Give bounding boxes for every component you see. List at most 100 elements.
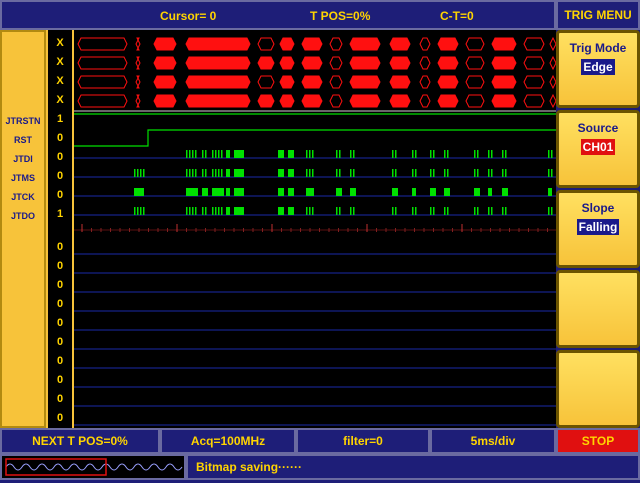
jtms-signal-pulse	[336, 169, 338, 177]
jtms-signal-pulse	[221, 169, 223, 177]
jtdi-signal-burst	[234, 150, 244, 158]
unused-channel-level-5: 0	[56, 336, 64, 348]
bus-segment-2	[329, 75, 343, 89]
jtdi-signal-pulse	[474, 150, 476, 158]
channel-level-8: 0	[56, 189, 64, 201]
timebase-button[interactable]: 5ms/div	[430, 428, 556, 454]
jtdo-signal-pulse	[143, 207, 145, 215]
jtdo-signal-pulse	[137, 207, 139, 215]
jtms-signal-burst	[278, 169, 284, 177]
waveform-display[interactable]	[74, 30, 556, 428]
unused-channel-level-6: 0	[56, 355, 64, 367]
jtdo-signal-pulse	[444, 207, 446, 215]
jtdo-signal-pulse	[336, 207, 338, 215]
jtdi-signal-pulse	[339, 150, 341, 158]
bus-segment-0	[465, 37, 485, 51]
jtdi-signal-pulse	[186, 150, 188, 158]
channel-level-2: X	[56, 75, 64, 87]
jtdi-signal-pulse	[350, 150, 352, 158]
bus-segment-2	[279, 75, 295, 89]
channel-level-7: 0	[56, 170, 64, 182]
jtck-signal-burst	[444, 188, 450, 196]
stop-button[interactable]: STOP	[556, 428, 640, 454]
memory-window-marker	[5, 458, 107, 476]
unused-channel-level-2: 0	[56, 279, 64, 291]
jtms-signal-pulse	[444, 169, 446, 177]
bus-segment-2	[419, 75, 431, 89]
jtck-signal-burst	[412, 188, 416, 196]
bus-segment-0	[419, 37, 431, 51]
bus-segment-0	[257, 37, 275, 51]
jtdi-signal-burst	[278, 150, 284, 158]
jtdi-signal-pulse	[415, 150, 417, 158]
jtdi-signal-pulse	[477, 150, 479, 158]
jtdo-signal-pulse	[551, 207, 553, 215]
jtdo-signal-pulse	[218, 207, 220, 215]
bus-segment-0	[437, 37, 459, 51]
next-tpos-button[interactable]: NEXT T POS=0%	[0, 428, 160, 454]
jtdo-signal-pulse	[202, 207, 204, 215]
jtms-signal-pulse	[215, 169, 217, 177]
menu-button-4[interactable]	[556, 270, 640, 348]
jtms-signal-pulse	[491, 169, 493, 177]
trig-mode-value: Edge	[581, 59, 615, 75]
memory-overview[interactable]	[0, 454, 186, 480]
jtck-signal-burst	[474, 188, 480, 196]
jtdo-signal-pulse	[306, 207, 308, 215]
bus-segment-2	[257, 75, 275, 89]
slope-label: Slope	[581, 201, 615, 215]
slope-button[interactable]: Slope Falling	[556, 190, 640, 268]
jtms-signal-pulse	[192, 169, 194, 177]
jtdo-signal-pulse	[392, 207, 394, 215]
jtms-signal-burst	[226, 169, 230, 177]
jtms-signal-pulse	[412, 169, 414, 177]
menu-button-5[interactable]	[556, 350, 640, 428]
trig-mode-button[interactable]: Trig Mode Edge	[556, 30, 640, 108]
bus-segment-3	[153, 94, 177, 108]
unused-channel-level-3: 0	[56, 298, 64, 310]
jtdo-signal-pulse	[312, 207, 314, 215]
channel-name-jtrstn[interactable]: JTRSTN	[2, 116, 44, 126]
bus-segment-0	[77, 37, 128, 51]
bus-segment-3	[185, 94, 251, 108]
jtdi-signal-pulse	[336, 150, 338, 158]
source-button[interactable]: Source CH01	[556, 110, 640, 188]
jtck-signal-burst	[488, 188, 492, 196]
channel-name-jtck[interactable]: JTCK	[2, 192, 44, 202]
acq-rate-button[interactable]: Acq=100MHz	[160, 428, 296, 454]
jtdi-signal-pulse	[444, 150, 446, 158]
bus-segment-1	[279, 56, 295, 70]
jtms-signal-pulse	[339, 169, 341, 177]
jtdi-signal-pulse	[215, 150, 217, 158]
top-status-bar: Cursor= 0 T POS=0% C-T=0	[0, 0, 556, 30]
channel-name-rst[interactable]: RST	[2, 135, 44, 145]
jtdi-signal-pulse	[412, 150, 414, 158]
bus-segment-2	[135, 75, 141, 89]
jtms-signal-pulse	[137, 169, 139, 177]
filter-button[interactable]: filter=0	[296, 428, 430, 454]
jtdo-signal-pulse	[477, 207, 479, 215]
bus-segment-1	[77, 56, 128, 70]
jtms-signal-pulse	[195, 169, 197, 177]
channel-name-jtdi[interactable]: JTDI	[2, 154, 44, 164]
channel-level-5: 0	[56, 132, 64, 144]
jtdi-signal-pulse	[189, 150, 191, 158]
jtdo-signal-pulse	[474, 207, 476, 215]
bus-segment-0	[135, 37, 141, 51]
jtdo-signal-burst	[278, 207, 284, 215]
channel-level-1: X	[56, 56, 64, 68]
jtdi-signal-pulse	[491, 150, 493, 158]
jtdi-signal-pulse	[551, 150, 553, 158]
channel-name-jtms[interactable]: JTMS	[2, 173, 44, 183]
bus-segment-2	[437, 75, 459, 89]
ct-readout: C-T=0	[440, 9, 474, 23]
memory-overview-wave	[5, 458, 183, 476]
jtck-signal-burst	[336, 188, 342, 196]
jtms-signal-pulse	[430, 169, 432, 177]
jtdi-signal-pulse	[430, 150, 432, 158]
bus-segment-1	[523, 56, 545, 70]
jtdo-signal-pulse	[505, 207, 507, 215]
bus-segment-1	[437, 56, 459, 70]
channel-name-jtdo[interactable]: JTDO	[2, 211, 44, 221]
bus-segment-3	[389, 94, 411, 108]
